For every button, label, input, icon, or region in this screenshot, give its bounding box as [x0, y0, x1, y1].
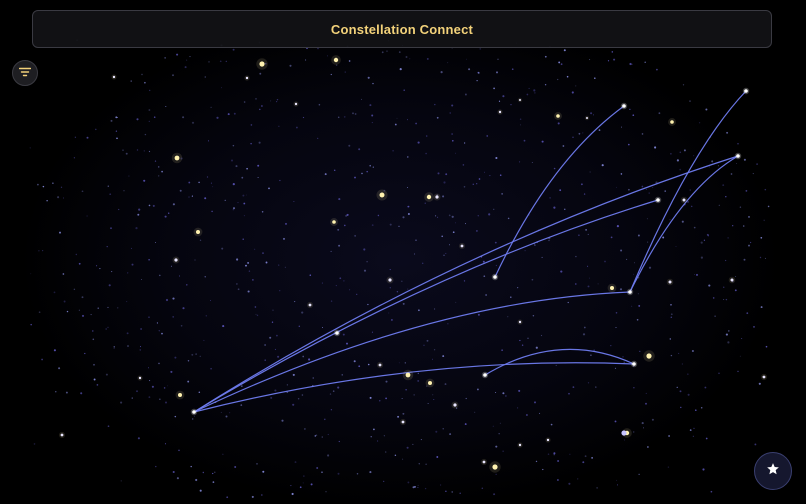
star[interactable]	[378, 363, 382, 367]
star[interactable]	[178, 393, 182, 397]
connected-star[interactable]	[622, 104, 626, 108]
star[interactable]	[379, 192, 385, 198]
connected-star[interactable]	[192, 410, 196, 414]
connected-star[interactable]	[628, 290, 632, 294]
star[interactable]	[586, 117, 588, 119]
constellation-line	[193, 155, 739, 413]
star[interactable]	[174, 258, 178, 262]
star[interactable]	[646, 353, 652, 359]
page-title: Constellation Connect	[330, 21, 474, 37]
star[interactable]	[112, 75, 116, 79]
star[interactable]	[426, 194, 432, 200]
star[interactable]	[259, 61, 265, 67]
sky-map[interactable]	[0, 0, 806, 504]
star[interactable]	[518, 320, 522, 324]
star[interactable]	[196, 230, 200, 234]
constellation-line	[629, 155, 739, 293]
connected-star[interactable]	[632, 362, 636, 366]
constellation-line	[629, 90, 747, 293]
constellation-line	[193, 362, 635, 413]
constellation-lines	[193, 90, 747, 413]
star[interactable]	[519, 99, 521, 101]
star[interactable]	[308, 303, 312, 307]
star[interactable]	[518, 443, 522, 447]
connected-star[interactable]	[483, 373, 487, 377]
filter-icon	[18, 64, 32, 82]
star[interactable]	[670, 120, 674, 124]
star[interactable]	[453, 403, 457, 407]
connected-star[interactable]	[744, 89, 748, 93]
star[interactable]	[245, 76, 249, 80]
violet-star[interactable]	[621, 430, 627, 436]
connected-star[interactable]	[656, 198, 660, 202]
star[interactable]	[405, 372, 411, 378]
star-action-button[interactable]	[754, 452, 792, 490]
star-dust-layer	[29, 39, 770, 499]
star[interactable]	[428, 381, 432, 385]
constellation-line	[484, 348, 635, 376]
star[interactable]	[333, 57, 339, 63]
connected-star[interactable]	[335, 331, 339, 335]
connected-star[interactable]	[736, 154, 740, 158]
star[interactable]	[294, 102, 298, 106]
star[interactable]	[460, 244, 464, 248]
star[interactable]	[401, 420, 405, 424]
star[interactable]	[762, 375, 766, 379]
title-bar: Constellation Connect	[32, 10, 772, 48]
constellation-line	[193, 199, 659, 413]
star[interactable]	[60, 433, 64, 437]
star[interactable]	[174, 155, 180, 161]
star[interactable]	[435, 195, 439, 199]
star[interactable]	[730, 278, 734, 282]
star-field-canvas[interactable]: Constellation Connect	[0, 0, 806, 504]
star[interactable]	[610, 286, 614, 290]
connected-star[interactable]	[493, 275, 497, 279]
constellation-line	[193, 291, 631, 413]
star[interactable]	[498, 110, 502, 114]
star[interactable]	[138, 376, 142, 380]
star[interactable]	[546, 438, 550, 442]
star[interactable]	[482, 460, 486, 464]
star-icon	[766, 462, 780, 481]
star[interactable]	[388, 278, 392, 282]
filter-button[interactable]	[12, 60, 38, 86]
star[interactable]	[668, 280, 672, 284]
star[interactable]	[332, 220, 336, 224]
star[interactable]	[682, 198, 686, 202]
bright-stars	[58, 55, 768, 473]
star[interactable]	[556, 114, 560, 118]
star[interactable]	[492, 464, 498, 470]
